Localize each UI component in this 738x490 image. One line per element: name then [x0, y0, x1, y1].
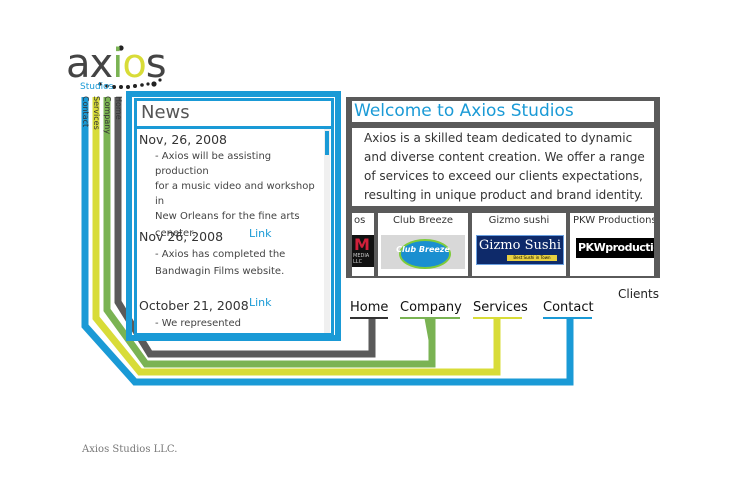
logo-letter-x: x [89, 41, 114, 87]
axios-logo[interactable]: axios [66, 41, 167, 87]
logo-subtitle: Studios [80, 82, 114, 92]
vertical-nav-company[interactable]: Company [103, 96, 112, 134]
client-card[interactable]: Club Breeze Club Breeze [378, 213, 468, 276]
news-text: - Axios will be assisting production for… [155, 149, 315, 241]
client-name: os [354, 215, 366, 226]
breeze-badge-icon [399, 239, 451, 269]
clients-label: Clients [618, 287, 659, 301]
logo-letter-o: o [122, 41, 147, 87]
logo-letter-s: s [145, 41, 167, 87]
client-card[interactable]: os M MEDIA LLC [352, 213, 374, 276]
news-line: - We represented [155, 318, 241, 329]
client-logo-mark: M [354, 235, 370, 254]
welcome-text: Axios is a skilled team dedicated to dyn… [364, 131, 645, 202]
breeze-logo-text: Club Breeze [396, 245, 450, 254]
nav-company-link[interactable]: Company [400, 300, 462, 316]
news-line: for a music video and workshop in [155, 181, 315, 207]
news-text: - Axios has completed the Bandwagin Film… [155, 247, 315, 279]
vertical-nav-services[interactable]: Services [92, 96, 101, 130]
vertical-nav-home[interactable]: Home [114, 96, 123, 120]
news-line: Bandwagin Films website. [155, 266, 285, 277]
news-line: - Axios will be assisting production [155, 151, 272, 177]
nav-services-link[interactable]: Services [473, 300, 528, 316]
news-date: Nov, 26, 2008 [139, 132, 228, 147]
welcome-title: Welcome to Axios Studios [354, 101, 574, 121]
pkw-logo-text: PKWproductions [578, 241, 654, 254]
footer-copyright: Axios Studios LLC. [82, 444, 178, 455]
client-card[interactable]: PKW Productions PKWproductions [570, 213, 654, 276]
nav-contact-link[interactable]: Contact [543, 300, 594, 316]
news-date: Nov 26, 2008 [139, 229, 224, 244]
news-line: - Axios has completed the [155, 249, 286, 260]
client-name: Club Breeze [392, 215, 454, 226]
welcome-header: Welcome to Axios Studios [352, 101, 654, 122]
news-link[interactable]: Link [249, 296, 272, 309]
welcome-body: Axios is a skilled team dedicated to dyn… [352, 128, 654, 206]
news-text: - We represented [155, 316, 315, 331]
news-date: October 21, 2008 [139, 298, 249, 313]
client-name: PKW Productions [573, 215, 654, 226]
client-card[interactable]: Gizmo sushi Gizmo Sushi Best Sushi in To… [472, 213, 566, 276]
gizmo-logo-text: Gizmo Sushi [478, 238, 562, 253]
client-logo-club-breeze: Club Breeze [381, 235, 465, 269]
news-scrollbar-thumb[interactable] [325, 131, 329, 155]
news-line: New Orleans for the fine arts [155, 211, 300, 222]
nav-home-link[interactable]: Home [350, 300, 388, 316]
logo-letter-i: i [112, 41, 123, 87]
client-name: Gizmo sushi [488, 215, 550, 226]
client-logo-media: M MEDIA LLC [352, 235, 374, 267]
client-logo-sub: MEDIA LLC [353, 253, 370, 265]
news-scrollbar-track[interactable] [324, 129, 330, 333]
logo-letter-a: a [66, 41, 90, 87]
news-panel[interactable]: Nov, 26, 2008 - Axios will be assisting … [134, 126, 334, 336]
news-link[interactable]: Link [249, 227, 272, 240]
gizmo-logo-sub: Best Sushi in Town [507, 255, 557, 261]
news-title: News [141, 102, 190, 123]
vertical-nav-contact[interactable]: Contact [81, 96, 90, 127]
client-logo-gizmo: Gizmo Sushi Best Sushi in Town [476, 235, 564, 265]
client-logo-pkw: PKWproductions [576, 238, 654, 258]
